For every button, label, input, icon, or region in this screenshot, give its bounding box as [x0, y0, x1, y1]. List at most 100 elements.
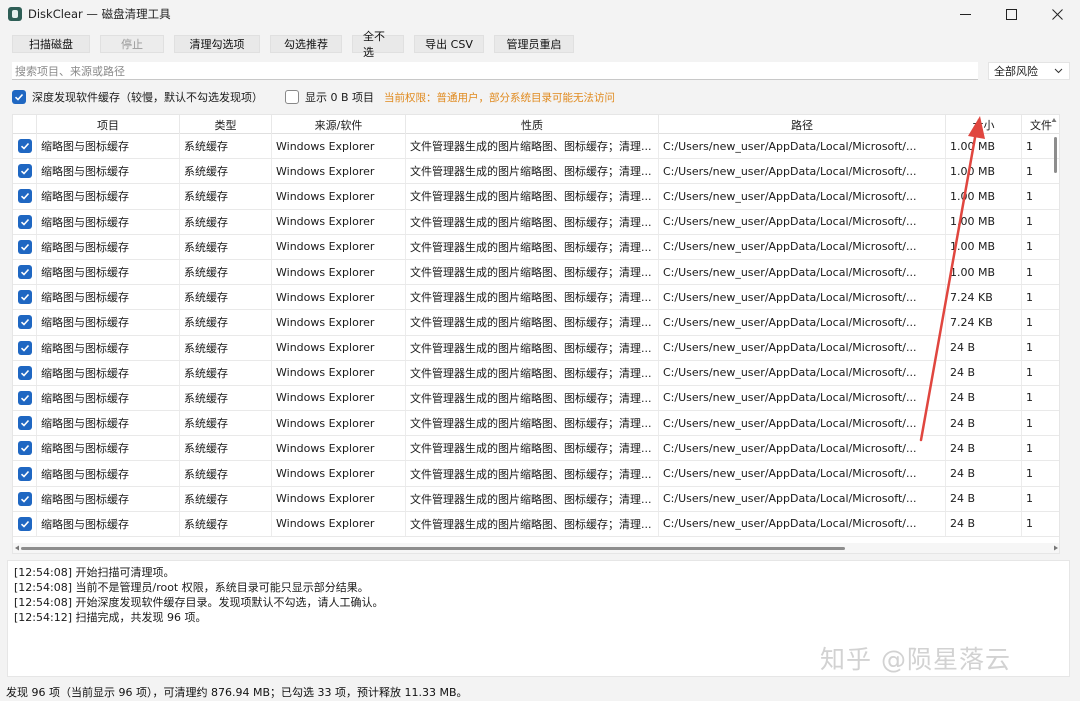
risk-filter-value: 全部风险	[994, 65, 1038, 78]
row-checkbox[interactable]	[17, 189, 32, 204]
column-header-path[interactable]: 路径	[659, 115, 946, 134]
cell-size: 24 B	[946, 335, 1022, 360]
table-row[interactable]: 缩略图与图标缓存 系统缓存 Windows Explorer 文件管理器生成的图片缩略…	[13, 511, 1059, 537]
minimize-button[interactable]	[942, 0, 988, 28]
row-checkbox[interactable]	[17, 265, 32, 280]
stop-button[interactable]: 停止	[100, 35, 164, 53]
column-header-size[interactable]: 大小	[946, 115, 1022, 134]
show-zero-checkbox[interactable]	[285, 90, 299, 104]
cell-nature: 文件管理器生成的图片缩略图、图标缓存；清理...	[406, 209, 659, 234]
row-checkbox[interactable]	[17, 139, 32, 154]
admin-restart-button[interactable]: 管理员重启	[494, 35, 574, 53]
export-csv-button[interactable]: 导出 CSV	[414, 35, 484, 53]
cell-path: C:/Users/new_user/AppData/Local/Microsof…	[659, 461, 946, 486]
table-row[interactable]: 缩略图与图标缓存 系统缓存 Windows Explorer 文件管理器生成的图片缩略…	[13, 285, 1059, 311]
maximize-button[interactable]	[988, 0, 1034, 28]
deep-discovery-checkbox[interactable]	[12, 90, 26, 104]
row-checkbox[interactable]	[17, 491, 32, 506]
row-checkbox[interactable]	[17, 441, 32, 456]
table-row[interactable]: 缩略图与图标缓存 系统缓存 Windows Explorer 文件管理器生成的图片缩略…	[13, 134, 1059, 160]
cell-nature: 文件管理器生成的图片缩略图、图标缓存；清理...	[406, 184, 659, 209]
table-row[interactable]: 缩略图与图标缓存 系统缓存 Windows Explorer 文件管理器生成的图片缩略…	[13, 385, 1059, 412]
horizontal-scrollbar[interactable]	[13, 543, 1059, 553]
table-row[interactable]: 缩略图与图标缓存 系统缓存 Windows Explorer 文件管理器生成的图片缩略…	[13, 310, 1059, 336]
column-header-item[interactable]: 项目	[37, 115, 180, 134]
row-checkbox-cell	[13, 310, 37, 335]
row-checkbox[interactable]	[17, 164, 32, 179]
row-checkbox[interactable]	[17, 390, 32, 405]
results-table: 项目 类型 来源/软件 性质 路径 大小 文件 缩略图与图标缓存 系统缓存 Windows Ex…	[12, 114, 1060, 554]
row-checkbox-cell	[13, 385, 37, 411]
row-checkbox[interactable]	[17, 365, 32, 380]
cell-files: 1	[1022, 512, 1059, 536]
table-row[interactable]: 缩略图与图标缓存 系统缓存 Windows Explorer 文件管理器生成的图片缩略…	[13, 184, 1059, 210]
scroll-left-icon[interactable]	[14, 545, 20, 551]
cell-path: C:/Users/new_user/AppData/Local/Microsof…	[659, 310, 946, 335]
close-button[interactable]	[1034, 0, 1080, 28]
table-row[interactable]: 缩略图与图标缓存 系统缓存 Windows Explorer 文件管理器生成的图片缩略…	[13, 159, 1059, 185]
scroll-right-icon[interactable]	[1053, 545, 1059, 551]
row-checkbox-cell	[13, 285, 37, 310]
row-checkbox[interactable]	[17, 239, 32, 254]
cell-size: 7.24 KB	[946, 310, 1022, 335]
column-header-check[interactable]	[13, 115, 37, 134]
cell-path: C:/Users/new_user/AppData/Local/Microsof…	[659, 209, 946, 234]
row-checkbox[interactable]	[17, 416, 32, 431]
cell-size: 24 B	[946, 461, 1022, 486]
cell-nature: 文件管理器生成的图片缩略图、图标缓存；清理...	[406, 360, 659, 385]
app-icon	[8, 7, 22, 21]
cell-files: 1	[1022, 361, 1059, 385]
deep-discovery-label: 深度发现软件缓存（较慢，默认不勾选发现项）	[32, 91, 263, 104]
column-header-type[interactable]: 类型	[180, 115, 272, 134]
checkmark-icon	[20, 520, 29, 528]
title-bar: DiskClear — 磁盘清理工具	[0, 0, 1080, 28]
row-checkbox[interactable]	[17, 214, 32, 229]
cell-size: 24 B	[946, 436, 1022, 461]
cell-item: 缩略图与图标缓存	[37, 209, 180, 234]
cell-source: Windows Explorer	[272, 234, 406, 259]
table-row[interactable]: 缩略图与图标缓存 系统缓存 Windows Explorer 文件管理器生成的图片缩略…	[13, 209, 1059, 235]
table-row[interactable]: 缩略图与图标缓存 系统缓存 Windows Explorer 文件管理器生成的图片缩略…	[13, 411, 1059, 437]
vertical-scrollbar[interactable]	[1054, 137, 1057, 173]
row-checkbox[interactable]	[17, 466, 32, 481]
column-header-nature[interactable]: 性质	[406, 115, 659, 134]
table-row[interactable]: 缩略图与图标缓存 系统缓存 Windows Explorer 文件管理器生成的图片缩略…	[13, 360, 1059, 386]
row-checkbox[interactable]	[17, 516, 32, 531]
table-row[interactable]: 缩略图与图标缓存 系统缓存 Windows Explorer 文件管理器生成的图片缩略…	[13, 461, 1059, 487]
cell-files: 1	[1022, 436, 1059, 460]
checkmark-icon	[20, 369, 29, 377]
column-header-source[interactable]: 来源/软件	[272, 115, 406, 134]
cell-item: 缩略图与图标缓存	[37, 436, 180, 461]
log-line: [12:54:08] 开始扫描可清理项。	[14, 566, 175, 579]
cell-type: 系统缓存	[180, 310, 272, 335]
cell-type: 系统缓存	[180, 285, 272, 310]
cell-item: 缩略图与图标缓存	[37, 411, 180, 436]
cell-source: Windows Explorer	[272, 360, 406, 385]
risk-filter-select[interactable]: 全部风险	[988, 62, 1070, 80]
table-row[interactable]: 缩略图与图标缓存 系统缓存 Windows Explorer 文件管理器生成的图片缩略…	[13, 486, 1059, 512]
cell-nature: 文件管理器生成的图片缩略图、图标缓存；清理...	[406, 436, 659, 461]
scan-button[interactable]: 扫描磁盘	[12, 35, 90, 53]
row-checkbox-cell	[13, 259, 37, 285]
row-checkbox[interactable]	[17, 340, 32, 355]
cell-source: Windows Explorer	[272, 411, 406, 436]
table-row[interactable]: 缩略图与图标缓存 系统缓存 Windows Explorer 文件管理器生成的图片缩略…	[13, 335, 1059, 361]
horizontal-scroll-thumb[interactable]	[21, 547, 845, 550]
clean-checked-button[interactable]: 清理勾选项	[174, 35, 260, 53]
search-input[interactable]: 搜索项目、来源或路径	[12, 62, 978, 80]
row-checkbox[interactable]	[17, 315, 32, 330]
table-row[interactable]: 缩略图与图标缓存 系统缓存 Windows Explorer 文件管理器生成的图片缩略…	[13, 234, 1059, 260]
cell-files: 1	[1022, 184, 1059, 208]
scroll-up-icon[interactable]	[1051, 117, 1057, 123]
table-row[interactable]: 缩略图与图标缓存 系统缓存 Windows Explorer 文件管理器生成的图片缩略…	[13, 259, 1059, 286]
checkmark-icon	[20, 294, 29, 301]
table-row[interactable]: 缩略图与图标缓存 系统缓存 Windows Explorer 文件管理器生成的图片缩略…	[13, 436, 1059, 462]
row-checkbox[interactable]	[17, 290, 32, 305]
uncheck-all-button[interactable]: 全不选	[352, 30, 404, 59]
cell-nature: 文件管理器生成的图片缩略图、图标缓存；清理...	[406, 285, 659, 310]
cell-nature: 文件管理器生成的图片缩略图、图标缓存；清理...	[406, 461, 659, 486]
cell-path: C:/Users/new_user/AppData/Local/Microsof…	[659, 134, 946, 159]
check-recommended-button[interactable]: 勾选推荐	[270, 35, 342, 53]
cell-size: 1.00 MB	[946, 134, 1022, 159]
checkmark-icon	[20, 168, 29, 175]
